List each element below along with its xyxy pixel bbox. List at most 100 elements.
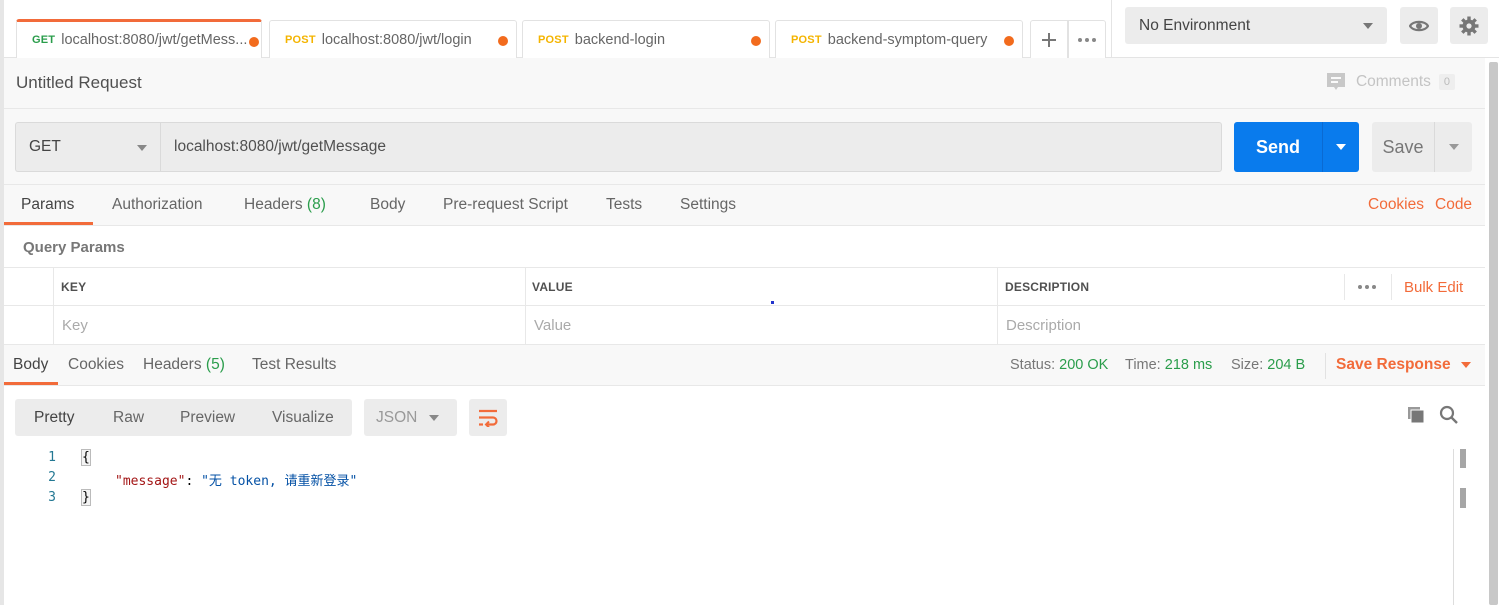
editor-scrollbar-track	[1453, 449, 1454, 605]
key-input[interactable]: Key	[62, 317, 88, 334]
tab-headers[interactable]: Headers (8)	[244, 196, 326, 214]
editor-scroll-marker[interactable]	[1460, 449, 1466, 468]
response-tab-cookies[interactable]: Cookies	[68, 356, 124, 374]
tab-title: localhost:8080/jwt/getMess...	[61, 32, 248, 48]
tab-body[interactable]: Body	[370, 196, 405, 214]
send-button[interactable]: Send	[1234, 122, 1322, 172]
save-button[interactable]: Save	[1372, 122, 1434, 172]
view-visualize[interactable]: Visualize	[272, 409, 334, 427]
status-label: Status:	[1010, 357, 1056, 373]
send-options-button[interactable]	[1322, 122, 1359, 172]
more-horizontal-icon[interactable]	[1358, 285, 1376, 289]
divider	[1325, 353, 1326, 379]
tab-tests[interactable]: Tests	[606, 196, 642, 214]
comments-count: 0	[1438, 74, 1455, 90]
tab-authorization[interactable]: Authorization	[112, 196, 202, 214]
tab-method: POST	[285, 33, 316, 46]
response-size: Size: 204 B	[1231, 357, 1305, 373]
search-icon[interactable]	[1439, 405, 1459, 425]
format-value: JSON	[376, 408, 418, 426]
query-params-table: KEY VALUE DESCRIPTION Bulk Edit Key Valu…	[4, 267, 1485, 345]
tab-options-button[interactable]	[1068, 20, 1106, 58]
column-key: KEY	[61, 280, 87, 294]
request-title-bar: Untitled Request Comments 0	[4, 58, 1485, 109]
tab-title: backend-login	[574, 31, 666, 48]
comment-icon	[1326, 73, 1345, 90]
comments-label: Comments	[1355, 73, 1431, 90]
table-row: Key Value Description	[4, 306, 1485, 345]
view-raw[interactable]: Raw	[113, 409, 144, 427]
url-value: localhost:8080/jwt/getMessage	[174, 138, 386, 155]
format-select[interactable]: JSON	[364, 399, 457, 436]
value-input[interactable]: Value	[534, 317, 571, 334]
response-tab-headers[interactable]: Headers (5)	[143, 356, 225, 374]
method-select[interactable]: GET	[15, 122, 160, 172]
json-separator: :	[185, 474, 202, 489]
bulk-edit-link[interactable]: Bulk Edit	[1404, 279, 1463, 296]
cursor-dot	[771, 301, 774, 304]
request-tab-2[interactable]: POST backend-login	[522, 20, 770, 58]
request-tab-bar: GET localhost:8080/jwt/getMess... POST l…	[4, 0, 1111, 58]
tab-method: POST	[791, 33, 822, 46]
response-tabs: Body Cookies Headers (5) Test Results St…	[4, 345, 1485, 386]
eye-icon	[1409, 20, 1429, 31]
copy-icon[interactable]	[1406, 405, 1426, 425]
tab-label: Settings	[680, 196, 737, 213]
view-preview[interactable]: Preview	[180, 409, 235, 427]
chevron-down-icon	[1336, 144, 1346, 150]
response-tab-test-results[interactable]: Test Results	[252, 356, 336, 374]
send-button-group: Send	[1234, 122, 1359, 172]
editor-scroll-marker[interactable]	[1460, 488, 1466, 508]
description-input[interactable]: Description	[1006, 317, 1081, 334]
code-link[interactable]: Code	[1435, 196, 1472, 214]
request-title[interactable]: Untitled Request	[16, 73, 142, 93]
manage-environments-button[interactable]	[1450, 7, 1488, 44]
save-response-button[interactable]: Save Response	[1336, 356, 1471, 374]
save-response-label: Save Response	[1336, 356, 1451, 373]
tab-params[interactable]: Params	[21, 196, 74, 214]
tab-label: Test Results	[252, 356, 337, 373]
view-pretty[interactable]: Pretty	[34, 409, 74, 427]
response-time: Time: 218 ms	[1125, 357, 1212, 373]
code-line: 3 }	[4, 489, 1454, 510]
more-horizontal-icon	[1078, 37, 1096, 42]
main-scrollbar[interactable]	[1489, 62, 1498, 605]
column-value: VALUE	[532, 280, 573, 294]
gear-icon	[1459, 16, 1479, 35]
request-tabs: Params Authorization Headers (8) Body Pr…	[4, 185, 1485, 226]
request-tab-1[interactable]: POST localhost:8080/jwt/login	[269, 20, 517, 58]
environment-quick-look-button[interactable]	[1400, 7, 1438, 44]
column-description: DESCRIPTION	[1005, 280, 1090, 294]
unsaved-dot-icon	[1004, 36, 1014, 46]
response-status: Status: 200 OK	[1010, 357, 1108, 373]
method-value: GET	[29, 138, 61, 155]
tab-label: Pre-request Script	[443, 196, 568, 213]
url-input[interactable]: localhost:8080/jwt/getMessage	[160, 122, 1222, 172]
tab-count: (8)	[306, 196, 326, 213]
time-label: Time:	[1125, 357, 1161, 373]
size-label: Size:	[1231, 357, 1264, 373]
tab-method: GET	[32, 34, 56, 46]
tab-label: Params	[21, 196, 75, 213]
new-tab-button[interactable]	[1030, 20, 1068, 58]
request-tab-0[interactable]: GET localhost:8080/jwt/getMess...	[16, 19, 262, 58]
wrap-lines-button[interactable]	[469, 399, 507, 436]
save-options-button[interactable]	[1434, 122, 1472, 172]
time-value: 218 ms	[1164, 357, 1213, 373]
environment-selected: No Environment	[1139, 16, 1251, 34]
json-brace: }	[81, 489, 91, 506]
comments-button[interactable]: Comments 0	[1326, 72, 1455, 92]
save-button-group: Save	[1372, 122, 1472, 172]
environment-select[interactable]: No Environment	[1125, 7, 1387, 44]
tab-label: Headers	[143, 356, 202, 373]
json-value: "无 token, 请重新登录"	[201, 474, 358, 489]
tab-count: (5)	[205, 356, 225, 373]
response-tab-body[interactable]: Body	[13, 356, 48, 374]
active-tab-indicator	[4, 222, 93, 225]
cookies-link[interactable]: Cookies	[1368, 196, 1424, 214]
request-tab-3[interactable]: POST backend-symptom-query	[775, 20, 1023, 58]
tab-method: POST	[538, 33, 569, 46]
query-params-title: Query Params	[23, 239, 125, 256]
tab-settings[interactable]: Settings	[680, 196, 736, 214]
tab-pre-request-script[interactable]: Pre-request Script	[443, 196, 568, 214]
